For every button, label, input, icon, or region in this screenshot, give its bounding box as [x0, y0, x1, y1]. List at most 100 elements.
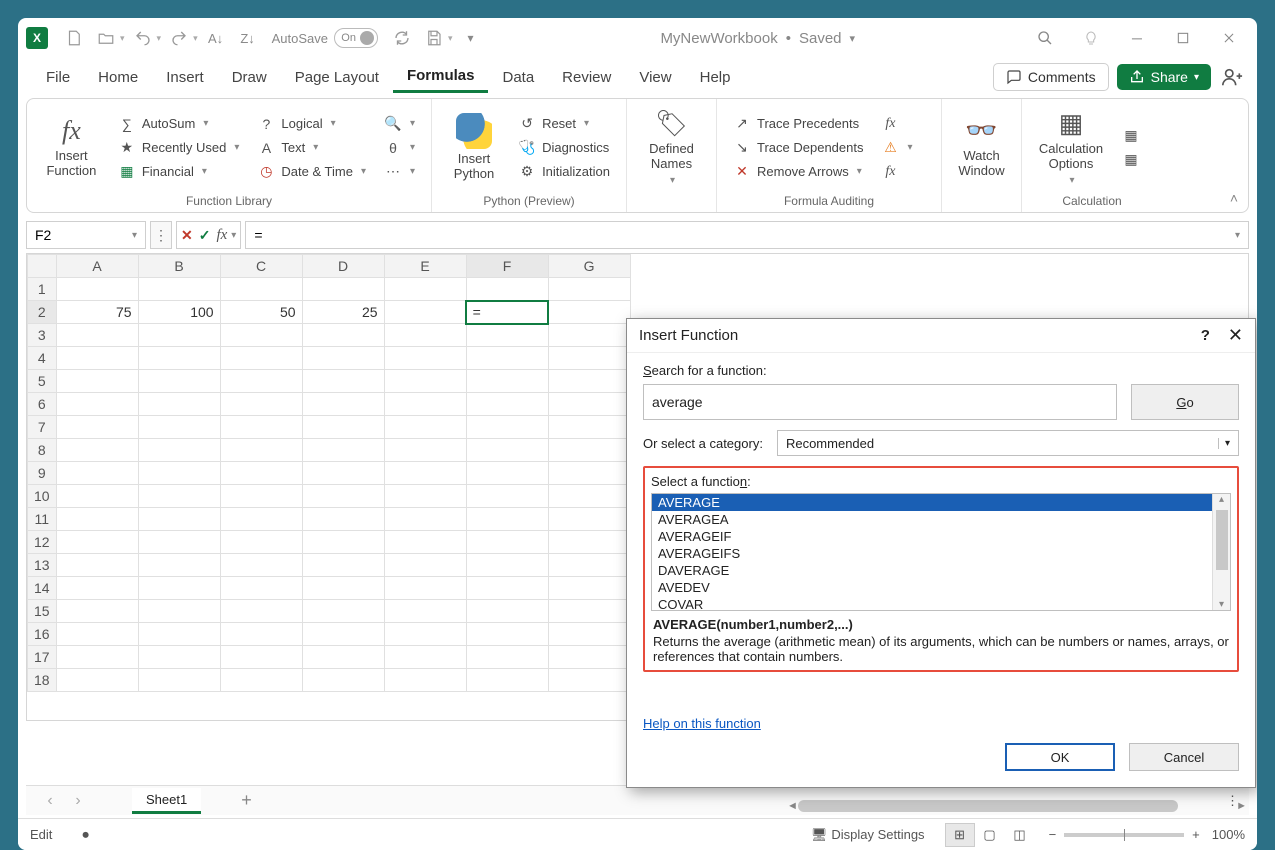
recent-button[interactable]: ★Recently Used▾: [114, 137, 244, 159]
zoom-slider[interactable]: [1064, 833, 1184, 837]
more-func-button[interactable]: ⋯▾: [380, 161, 419, 183]
save-icon[interactable]: [420, 24, 448, 52]
collapse-ribbon-icon[interactable]: ˄: [1230, 190, 1238, 206]
view-normal-icon[interactable]: ⊞: [945, 823, 975, 847]
col-D[interactable]: D: [302, 255, 384, 278]
user-icon[interactable]: [1221, 66, 1243, 88]
initialization-button[interactable]: ⚙Initialization: [514, 161, 614, 183]
col-A[interactable]: A: [56, 255, 138, 278]
sort-desc-icon[interactable]: Z↓: [234, 24, 262, 52]
sheet-next-icon[interactable]: ›: [64, 792, 92, 810]
list-scrollbar[interactable]: ▴ ▾: [1212, 494, 1230, 610]
tab-page-layout[interactable]: Page Layout: [281, 63, 393, 92]
tab-insert[interactable]: Insert: [152, 63, 218, 92]
select-all[interactable]: [28, 255, 57, 278]
calc-options-button[interactable]: ▦ Calculation Options▾: [1034, 103, 1108, 192]
lookup-button[interactable]: 🔍▾: [380, 113, 419, 135]
sync-icon[interactable]: [388, 24, 416, 52]
cell-D2[interactable]: 25: [302, 301, 384, 324]
fx-icon[interactable]: fx: [216, 227, 227, 244]
enter-formula-icon[interactable]: ✓: [199, 227, 211, 244]
remove-arrows-button[interactable]: ✕Remove Arrows▾: [729, 161, 867, 183]
cell-B2[interactable]: 100: [138, 301, 220, 324]
scroll-left-icon[interactable]: ◄: [787, 800, 798, 812]
sheet-prev-icon[interactable]: ‹: [36, 792, 64, 810]
formula-input[interactable]: =▾: [245, 221, 1249, 249]
evaluate-button[interactable]: fx: [877, 161, 916, 183]
maximize-icon[interactable]: [1169, 24, 1197, 52]
trace-dependents-button[interactable]: ↘Trace Dependents: [729, 137, 867, 159]
ok-button[interactable]: OK: [1005, 743, 1115, 771]
list-item[interactable]: AVERAGEIFS: [652, 545, 1230, 562]
logical-button[interactable]: ?Logical▾: [253, 113, 370, 135]
macro-icon[interactable]: ⏺: [82, 827, 89, 843]
sheet-tab-sheet1[interactable]: Sheet1: [132, 788, 201, 814]
show-formulas-button[interactable]: fx: [877, 113, 916, 135]
scroll-right-icon[interactable]: ►: [1236, 800, 1247, 812]
tab-review[interactable]: Review: [548, 63, 625, 92]
open-icon[interactable]: [92, 24, 120, 52]
list-item[interactable]: AVEDEV: [652, 579, 1230, 596]
error-check-button[interactable]: ⚠▾: [877, 137, 916, 159]
add-sheet-icon[interactable]: +: [241, 790, 252, 811]
list-item[interactable]: DAVERAGE: [652, 562, 1230, 579]
help-link[interactable]: Help on this function: [643, 716, 761, 731]
horizontal-scrollbar[interactable]: ◄ ►: [787, 798, 1247, 814]
trace-precedents-button[interactable]: ↗Trace Precedents: [729, 113, 867, 135]
workbook-title[interactable]: MyNewWorkbook • Saved ▾: [485, 30, 1032, 47]
col-E[interactable]: E: [384, 255, 466, 278]
cancel-formula-icon[interactable]: ✕: [181, 227, 193, 244]
zoom-out-icon[interactable]: −: [1049, 827, 1057, 842]
tab-help[interactable]: Help: [686, 63, 745, 92]
tab-formulas[interactable]: Formulas: [393, 61, 489, 93]
redo-icon[interactable]: [165, 24, 193, 52]
calc-sheet-button[interactable]: ▦: [1118, 149, 1144, 171]
sort-asc-icon[interactable]: A↓: [202, 24, 230, 52]
list-item-average[interactable]: AVERAGE: [652, 494, 1230, 511]
tab-data[interactable]: Data: [488, 63, 548, 92]
tab-file[interactable]: File: [32, 63, 84, 92]
list-item[interactable]: COVAR: [652, 596, 1230, 611]
function-list[interactable]: AVERAGE AVERAGEA AVERAGEIF AVERAGEIFS DA…: [651, 493, 1231, 611]
col-G[interactable]: G: [548, 255, 630, 278]
list-item[interactable]: AVERAGEA: [652, 511, 1230, 528]
qat-overflow-icon[interactable]: ▾: [457, 24, 485, 52]
grp-button[interactable]: ⋮: [150, 221, 172, 249]
minimize-icon[interactable]: ─: [1123, 24, 1151, 52]
col-F[interactable]: F: [466, 255, 548, 278]
share-button[interactable]: Share▾: [1117, 64, 1211, 90]
row-1[interactable]: 1: [28, 278, 57, 301]
autosave-toggle[interactable]: AutoSave On: [272, 28, 378, 48]
diagnostics-button[interactable]: 🩺Diagnostics: [514, 137, 614, 159]
datetime-button[interactable]: ◷Date & Time▾: [253, 161, 370, 183]
autosum-button[interactable]: ∑AutoSum▾: [114, 113, 244, 135]
defined-names-button[interactable]: 🏷 Defined Names▾: [639, 103, 704, 192]
watch-window-button[interactable]: 👓 Watch Window: [954, 103, 1009, 192]
category-select[interactable]: Recommended▾: [777, 430, 1239, 456]
search-function-input[interactable]: average: [643, 384, 1117, 420]
close-icon[interactable]: [1215, 24, 1243, 52]
cell-F2[interactable]: =: [466, 301, 548, 324]
cancel-button[interactable]: Cancel: [1129, 743, 1239, 771]
reset-button[interactable]: ↺Reset▾: [514, 113, 614, 135]
go-button[interactable]: Go: [1131, 384, 1239, 420]
name-box[interactable]: F2▾: [26, 221, 146, 249]
new-file-icon[interactable]: [60, 24, 88, 52]
zoom-in-icon[interactable]: +: [1192, 827, 1200, 842]
cell-A2[interactable]: 75: [56, 301, 138, 324]
idea-icon[interactable]: [1077, 24, 1105, 52]
row-2[interactable]: 2: [28, 301, 57, 324]
view-pagelayout-icon[interactable]: ▢: [975, 823, 1005, 847]
cell-C2[interactable]: 50: [220, 301, 302, 324]
insert-function-button[interactable]: fx Insert Function: [39, 103, 104, 192]
dialog-help-icon[interactable]: ?: [1201, 327, 1210, 344]
col-B[interactable]: B: [138, 255, 220, 278]
calc-now-button[interactable]: ▦: [1118, 125, 1144, 147]
cell-E2[interactable]: [384, 301, 466, 324]
list-item[interactable]: AVERAGEIF: [652, 528, 1230, 545]
tab-draw[interactable]: Draw: [218, 63, 281, 92]
insert-python-button[interactable]: Insert Python: [444, 103, 504, 192]
undo-icon[interactable]: [129, 24, 157, 52]
math-button[interactable]: θ▾: [380, 137, 419, 159]
financial-button[interactable]: ▦Financial▾: [114, 161, 244, 183]
